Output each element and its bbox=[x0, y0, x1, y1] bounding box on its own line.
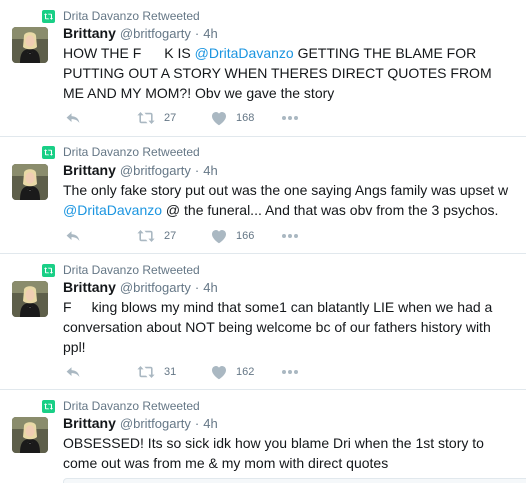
avatar[interactable] bbox=[12, 164, 48, 200]
text-segment: K IS bbox=[164, 45, 195, 61]
author-name[interactable]: Brittany bbox=[63, 162, 116, 178]
retweet-badge-icon bbox=[42, 146, 55, 159]
more-button[interactable] bbox=[281, 110, 299, 126]
quoted-card-edge[interactable] bbox=[63, 478, 526, 483]
retweet-icon bbox=[137, 111, 155, 125]
tweet-actions: 31 162 bbox=[64, 364, 364, 380]
retweet-context: Drita Davanzo Retweeted bbox=[42, 9, 200, 23]
separator-dot: · bbox=[194, 163, 200, 178]
tweet-text-line: The only fake story put out was the one … bbox=[63, 182, 509, 198]
retweet-count: 27 bbox=[164, 112, 177, 124]
tweet-text-line: OBSESSED! Its so sick idk how you blame … bbox=[63, 435, 484, 451]
author-handle[interactable]: @britfogarty bbox=[120, 416, 191, 431]
retweet-badge-icon bbox=[42, 10, 55, 23]
tweet-header: Brittany @britfogarty · 4h bbox=[63, 415, 218, 431]
retweet-context-label[interactable]: Drita Davanzo Retweeted bbox=[63, 399, 200, 413]
author-name[interactable]: Brittany bbox=[63, 279, 116, 295]
more-button[interactable] bbox=[281, 364, 299, 380]
like-count: 162 bbox=[236, 366, 255, 378]
tweet[interactable]: Drita Davanzo Retweeted Brittany @britfo… bbox=[0, 137, 526, 254]
like-count: 168 bbox=[236, 112, 255, 124]
author-handle[interactable]: @britfogarty bbox=[120, 26, 191, 41]
tweet[interactable]: Drita Davanzo Retweeted Brittany @britfo… bbox=[0, 254, 526, 390]
timestamp[interactable]: 4h bbox=[203, 416, 217, 431]
retweet-button[interactable]: 31 bbox=[137, 364, 176, 380]
heart-icon bbox=[211, 111, 227, 126]
like-button[interactable]: 168 bbox=[211, 110, 254, 126]
tweet-text: The only fake story put out was the one … bbox=[63, 180, 521, 220]
tweet-text-line: come out was from me & my mom with direc… bbox=[63, 455, 389, 471]
author-name[interactable]: Brittany bbox=[63, 25, 116, 41]
retweet-icon bbox=[137, 365, 155, 379]
tweet-text: OBSESSED! Its so sick idk how you blame … bbox=[63, 433, 521, 473]
avatar[interactable] bbox=[12, 281, 48, 317]
tweet-header: Brittany @britfogarty · 4h bbox=[63, 25, 218, 41]
reply-icon bbox=[65, 228, 81, 244]
more-button[interactable] bbox=[281, 228, 299, 244]
retweet-context-label[interactable]: Drita Davanzo Retweeted bbox=[63, 145, 200, 159]
retweet-context: Drita Davanzo Retweeted bbox=[42, 399, 200, 413]
tweet-header: Brittany @britfogarty · 4h bbox=[63, 162, 218, 178]
tweet-header: Brittany @britfogarty · 4h bbox=[63, 279, 218, 295]
author-handle[interactable]: @britfogarty bbox=[120, 280, 191, 295]
retweet-badge-icon bbox=[42, 264, 55, 277]
text-segment: king blows my mind that some1 can blatan… bbox=[91, 299, 493, 315]
text-segment: GETTING THE BLAME FOR bbox=[293, 45, 477, 61]
retweet-count: 31 bbox=[164, 366, 177, 378]
reply-button[interactable] bbox=[65, 110, 81, 126]
tweet-actions: 27 166 bbox=[64, 228, 364, 244]
tweet[interactable]: Drita Davanzo Retweeted Brittany @britfo… bbox=[0, 0, 526, 137]
separator-dot: · bbox=[194, 26, 200, 41]
reply-icon bbox=[65, 364, 81, 380]
retweet-button[interactable]: 27 bbox=[137, 228, 176, 244]
tweet-text: Fking blows my mind that some1 can blata… bbox=[63, 297, 521, 357]
tweet-text-line: PUTTING OUT A STORY WHEN THERES DIRECT Q… bbox=[63, 65, 492, 81]
mention-link[interactable]: @DritaDavanzo bbox=[195, 45, 294, 61]
retweet-count: 27 bbox=[164, 230, 177, 242]
more-icon bbox=[281, 233, 299, 239]
timestamp[interactable]: 4h bbox=[203, 26, 217, 41]
tweet-text-line: conversation about NOT being welcome bc … bbox=[63, 319, 491, 335]
more-icon bbox=[281, 115, 299, 121]
retweet-badge-icon bbox=[42, 400, 55, 413]
reply-button[interactable] bbox=[65, 364, 81, 380]
tweet-text-line: ME AND MY MOM?! Obv we gave the story bbox=[63, 85, 335, 101]
retweet-context-label[interactable]: Drita Davanzo Retweeted bbox=[63, 9, 200, 23]
heart-icon bbox=[211, 365, 227, 380]
avatar[interactable] bbox=[12, 417, 48, 453]
more-icon bbox=[281, 369, 299, 375]
author-name[interactable]: Brittany bbox=[63, 415, 116, 431]
like-button[interactable]: 162 bbox=[211, 364, 254, 380]
text-segment: @ the funeral... And that was obv from t… bbox=[162, 202, 499, 218]
retweet-icon bbox=[137, 229, 155, 243]
separator-dot: · bbox=[194, 280, 200, 295]
avatar[interactable] bbox=[12, 27, 48, 63]
reply-button[interactable] bbox=[65, 228, 81, 244]
tweet-text-line: HOW THE F K IS @DritaDavanzo GETTING THE … bbox=[63, 43, 521, 63]
heart-icon bbox=[211, 229, 227, 244]
tweet-text: HOW THE F K IS @DritaDavanzo GETTING THE … bbox=[63, 43, 521, 103]
timeline: Drita Davanzo Retweeted Brittany @britfo… bbox=[0, 0, 526, 483]
text-segment: F bbox=[63, 299, 72, 315]
text-segment: HOW THE F bbox=[63, 45, 142, 61]
tweet-text-line: ppl! bbox=[63, 339, 86, 355]
tweet-text-line: @DritaDavanzo @ the funeral... And that … bbox=[63, 200, 521, 220]
retweet-context-label[interactable]: Drita Davanzo Retweeted bbox=[63, 263, 200, 277]
tweet-text-line: Fking blows my mind that some1 can blata… bbox=[63, 297, 521, 317]
reply-icon bbox=[65, 110, 81, 126]
retweet-button[interactable]: 27 bbox=[137, 110, 176, 126]
timestamp[interactable]: 4h bbox=[203, 280, 217, 295]
retweet-context: Drita Davanzo Retweeted bbox=[42, 145, 200, 159]
like-button[interactable]: 166 bbox=[211, 228, 254, 244]
like-count: 166 bbox=[236, 230, 255, 242]
retweet-context: Drita Davanzo Retweeted bbox=[42, 263, 200, 277]
author-handle[interactable]: @britfogarty bbox=[120, 163, 191, 178]
separator-dot: · bbox=[194, 416, 200, 431]
mention-link[interactable]: @DritaDavanzo bbox=[63, 202, 162, 218]
tweet[interactable]: Drita Davanzo Retweeted Brittany @britfo… bbox=[0, 390, 526, 483]
timestamp[interactable]: 4h bbox=[203, 163, 217, 178]
tweet-actions: 27 168 bbox=[64, 110, 364, 126]
